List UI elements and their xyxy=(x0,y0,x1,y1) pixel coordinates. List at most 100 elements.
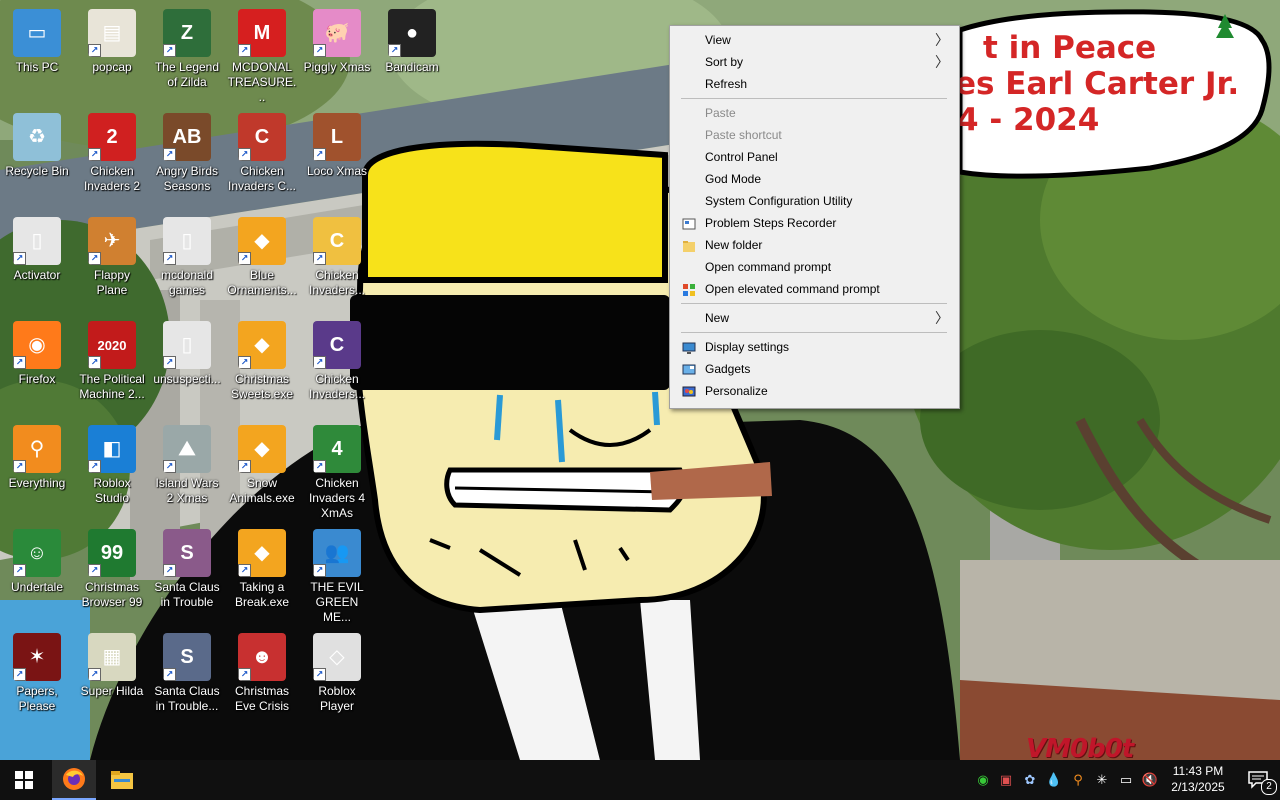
desktop-icon[interactable]: ⛰ ↗ Island Wars 2 Xmas xyxy=(150,420,224,520)
taskbar-clock[interactable]: 11:43 PM 2/13/2025 xyxy=(1162,763,1234,795)
menu-item-control-panel[interactable]: Control Panel xyxy=(672,146,957,168)
menu-item-open-elevated-command-prompt[interactable]: Open elevated command prompt xyxy=(672,278,957,300)
desktop-icon[interactable]: ◆ ↗ Taking a Break.exe xyxy=(225,524,299,624)
desktop-icon-label: Chicken Invaders C... xyxy=(227,164,297,193)
game-zilda-icon: Z ↗ xyxy=(163,9,211,57)
menu-item-label: Paste shortcut xyxy=(705,128,782,142)
desktop-icon-label: mcdonald games xyxy=(160,268,214,297)
menu-item-new[interactable]: New 〉 xyxy=(672,307,957,329)
desktop-icon[interactable]: 99 ↗ Christmas Browser 99 xyxy=(75,524,149,624)
desktop-icon[interactable]: S ↗ Santa Claus in Trouble xyxy=(150,524,224,624)
desktop-icon[interactable]: ✈ ↗ Flappy Plane xyxy=(75,212,149,312)
desktop-icon[interactable]: ◆ ↗ Christmas Sweets.exe xyxy=(225,316,299,416)
desktop-icon[interactable]: ▯ ↗ unsuspecti... xyxy=(150,316,224,416)
speech-bubble-line-2: es Earl Carter Jr. xyxy=(955,66,1240,102)
desktop-icon[interactable]: Z ↗ The Legend of Zilda xyxy=(150,4,224,104)
desktop-icon[interactable]: ▤ ↗ popcap xyxy=(75,4,149,104)
menu-item-new-folder[interactable]: New folder xyxy=(672,234,957,256)
everything-tray-icon[interactable]: ⚲ xyxy=(1070,772,1086,788)
desktop-icon[interactable]: 4 ↗ Chicken Invaders 4 XmAs xyxy=(300,420,374,520)
menu-item-personalize[interactable]: Personalize xyxy=(672,380,957,402)
desktop-icon[interactable]: ✶ ↗ Papers, Please xyxy=(0,628,74,728)
folder-icon xyxy=(682,238,696,252)
desktop-icon[interactable]: ◆ ↗ Blue Ornaments... xyxy=(225,212,299,312)
desktop-icon[interactable]: ▭ This PC xyxy=(0,4,74,104)
menu-item-label: Open elevated command prompt xyxy=(705,282,880,296)
menu-item-label: Refresh xyxy=(705,77,748,91)
desktop-icon[interactable]: ♻ Recycle Bin xyxy=(0,108,74,208)
roblox-studio-icon: ◧ ↗ xyxy=(88,425,136,473)
pig-icon: 🐖 ↗ xyxy=(313,9,361,57)
icon-glyph: S xyxy=(180,541,194,564)
desktop-icon[interactable]: ◇ ↗ Roblox Player xyxy=(300,628,374,728)
recycle-bin-icon: ♻ xyxy=(13,113,61,161)
desktop-icon[interactable]: L ↗ Loco Xmas xyxy=(300,108,374,208)
desktop-icon[interactable]: ⚲ ↗ Everything xyxy=(0,420,74,520)
bear-icon: L ↗ xyxy=(313,113,361,161)
pixel-dog-icon: ▦ ↗ xyxy=(88,633,136,681)
file-explorer-icon xyxy=(111,771,133,789)
desktop-icon[interactable]: ◆ ↗ Snow Animals.exe xyxy=(225,420,299,520)
shortcut-arrow-icon: ↗ xyxy=(163,252,176,265)
desktop-icon[interactable]: ▯ ↗ Activator xyxy=(0,212,74,312)
desktop-icon[interactable]: ● ↗ Bandicam xyxy=(375,4,449,104)
icon-glyph: ⛰ xyxy=(178,437,196,460)
desktop-icon[interactable]: ☻ ↗ Christmas Eve Crisis xyxy=(225,628,299,728)
desktop-icon[interactable]: ◉ ↗ Firefox xyxy=(0,316,74,416)
menu-item-gadgets[interactable]: Gadgets xyxy=(672,358,957,380)
menu-item-paste: Paste xyxy=(672,102,957,124)
menu-item-view[interactable]: View 〉 xyxy=(672,29,957,51)
taskbar-file-explorer-button[interactable] xyxy=(100,760,144,800)
icon-glyph: C xyxy=(254,125,270,148)
snowflake-icon[interactable]: ✳ xyxy=(1094,772,1110,788)
taskbar: ◉ ▣ ✿ 💧 ⚲ ✳ ▭ 🔇 11:43 PM 2/13/2025 2 xyxy=(0,760,1280,800)
drop-icon[interactable]: 💧 xyxy=(1046,772,1062,788)
desktop-icon[interactable]: C ↗ Chicken Invaders C... xyxy=(225,108,299,208)
menu-item-system-configuration-utility[interactable]: System Configuration Utility xyxy=(672,190,957,212)
popcap-icon: ◆ ↗ xyxy=(238,425,286,473)
menu-item-god-mode[interactable]: God Mode xyxy=(672,168,957,190)
icon-glyph: ☺ xyxy=(26,541,48,564)
desktop-icon[interactable]: ☺ ↗ Undertale xyxy=(0,524,74,624)
icon-glyph: 99 xyxy=(100,541,124,564)
tray-app-icon[interactable]: ✿ xyxy=(1022,772,1038,788)
shortcut-arrow-icon: ↗ xyxy=(313,564,326,577)
desktop-icon[interactable]: ▯ ↗ mcdonald games xyxy=(150,212,224,312)
start-button[interactable] xyxy=(0,760,48,800)
desktop-icon-label: Blue Ornaments... xyxy=(227,268,297,297)
record-tray-icon[interactable]: ▣ xyxy=(998,772,1014,788)
desktop-icon[interactable]: 🐖 ↗ Piggly Xmas xyxy=(300,4,374,104)
chicken-icon: C ↗ xyxy=(238,113,286,161)
desktop-icon[interactable]: C ↗ Chicken Invaders... xyxy=(300,212,374,312)
volume-muted-icon[interactable]: 🔇 xyxy=(1142,772,1158,788)
menu-item-refresh[interactable]: Refresh xyxy=(672,73,957,95)
shortcut-arrow-icon: ↗ xyxy=(313,44,326,57)
submenu-chevron-icon: 〉 xyxy=(935,310,949,326)
desktop-icon-label: unsuspecti... xyxy=(153,372,221,386)
desktop-icon[interactable]: ▦ ↗ Super Hilda xyxy=(75,628,149,728)
menu-item-open-command-prompt[interactable]: Open command prompt xyxy=(672,256,957,278)
desktop-icon[interactable]: AB ↗ Angry Birds Seasons xyxy=(150,108,224,208)
menu-item-label: Paste xyxy=(705,106,736,120)
desktop-icon[interactable]: S ↗ Santa Claus in Trouble... xyxy=(150,628,224,728)
shortcut-arrow-icon: ↗ xyxy=(13,252,26,265)
desktop-icon[interactable]: ◧ ↗ Roblox Studio xyxy=(75,420,149,520)
menu-item-problem-steps-recorder[interactable]: Problem Steps Recorder xyxy=(672,212,957,234)
desktop-icon[interactable]: M ↗ MCDONAL TREASURE... xyxy=(225,4,299,104)
green-circle-icon[interactable]: ◉ xyxy=(975,772,991,788)
network-icon[interactable]: ▭ xyxy=(1118,772,1134,788)
menu-item-sort-by[interactable]: Sort by 〉 xyxy=(672,51,957,73)
desktop-icon[interactable]: 👥 ↗ THE EVIL GREEN ME... xyxy=(300,524,374,624)
shortcut-arrow-icon: ↗ xyxy=(88,356,101,369)
desktop-icon[interactable]: 2020 ↗ The Political Machine 2... xyxy=(75,316,149,416)
desktop-icon[interactable]: C ↗ Chicken Invaders... xyxy=(300,316,374,416)
desktop-icon-label: THE EVIL GREEN ME... xyxy=(310,580,364,624)
gadgets-icon xyxy=(682,362,696,376)
taskbar-firefox-button[interactable] xyxy=(52,760,96,800)
desktop-icon-label: Piggly Xmas xyxy=(303,60,371,74)
menu-item-display-settings[interactable]: Display settings xyxy=(672,336,957,358)
political-icon: 2020 ↗ xyxy=(88,321,136,369)
desktop-icon[interactable]: 2 ↗ Chicken Invaders 2 xyxy=(75,108,149,208)
shortcut-arrow-icon: ↗ xyxy=(238,564,251,577)
action-center-button[interactable]: 2 xyxy=(1236,760,1280,800)
